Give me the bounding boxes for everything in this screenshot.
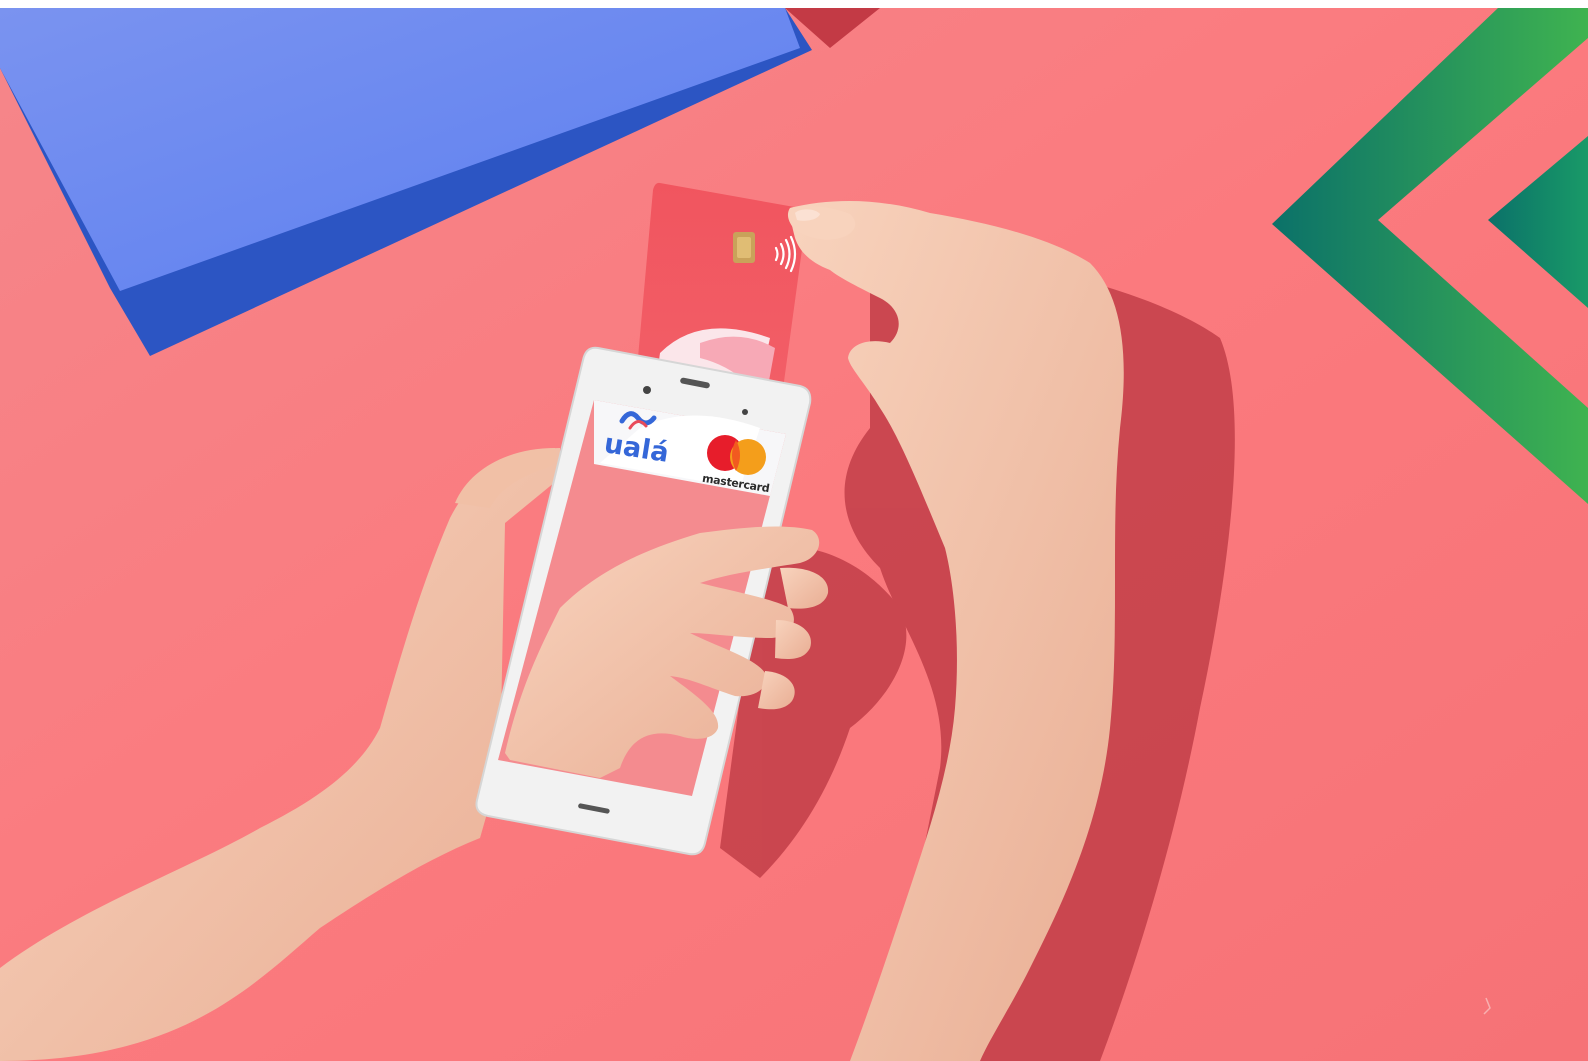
photo-scene: ualá mastercard xyxy=(0,8,1588,1061)
phone-camera xyxy=(643,386,651,394)
